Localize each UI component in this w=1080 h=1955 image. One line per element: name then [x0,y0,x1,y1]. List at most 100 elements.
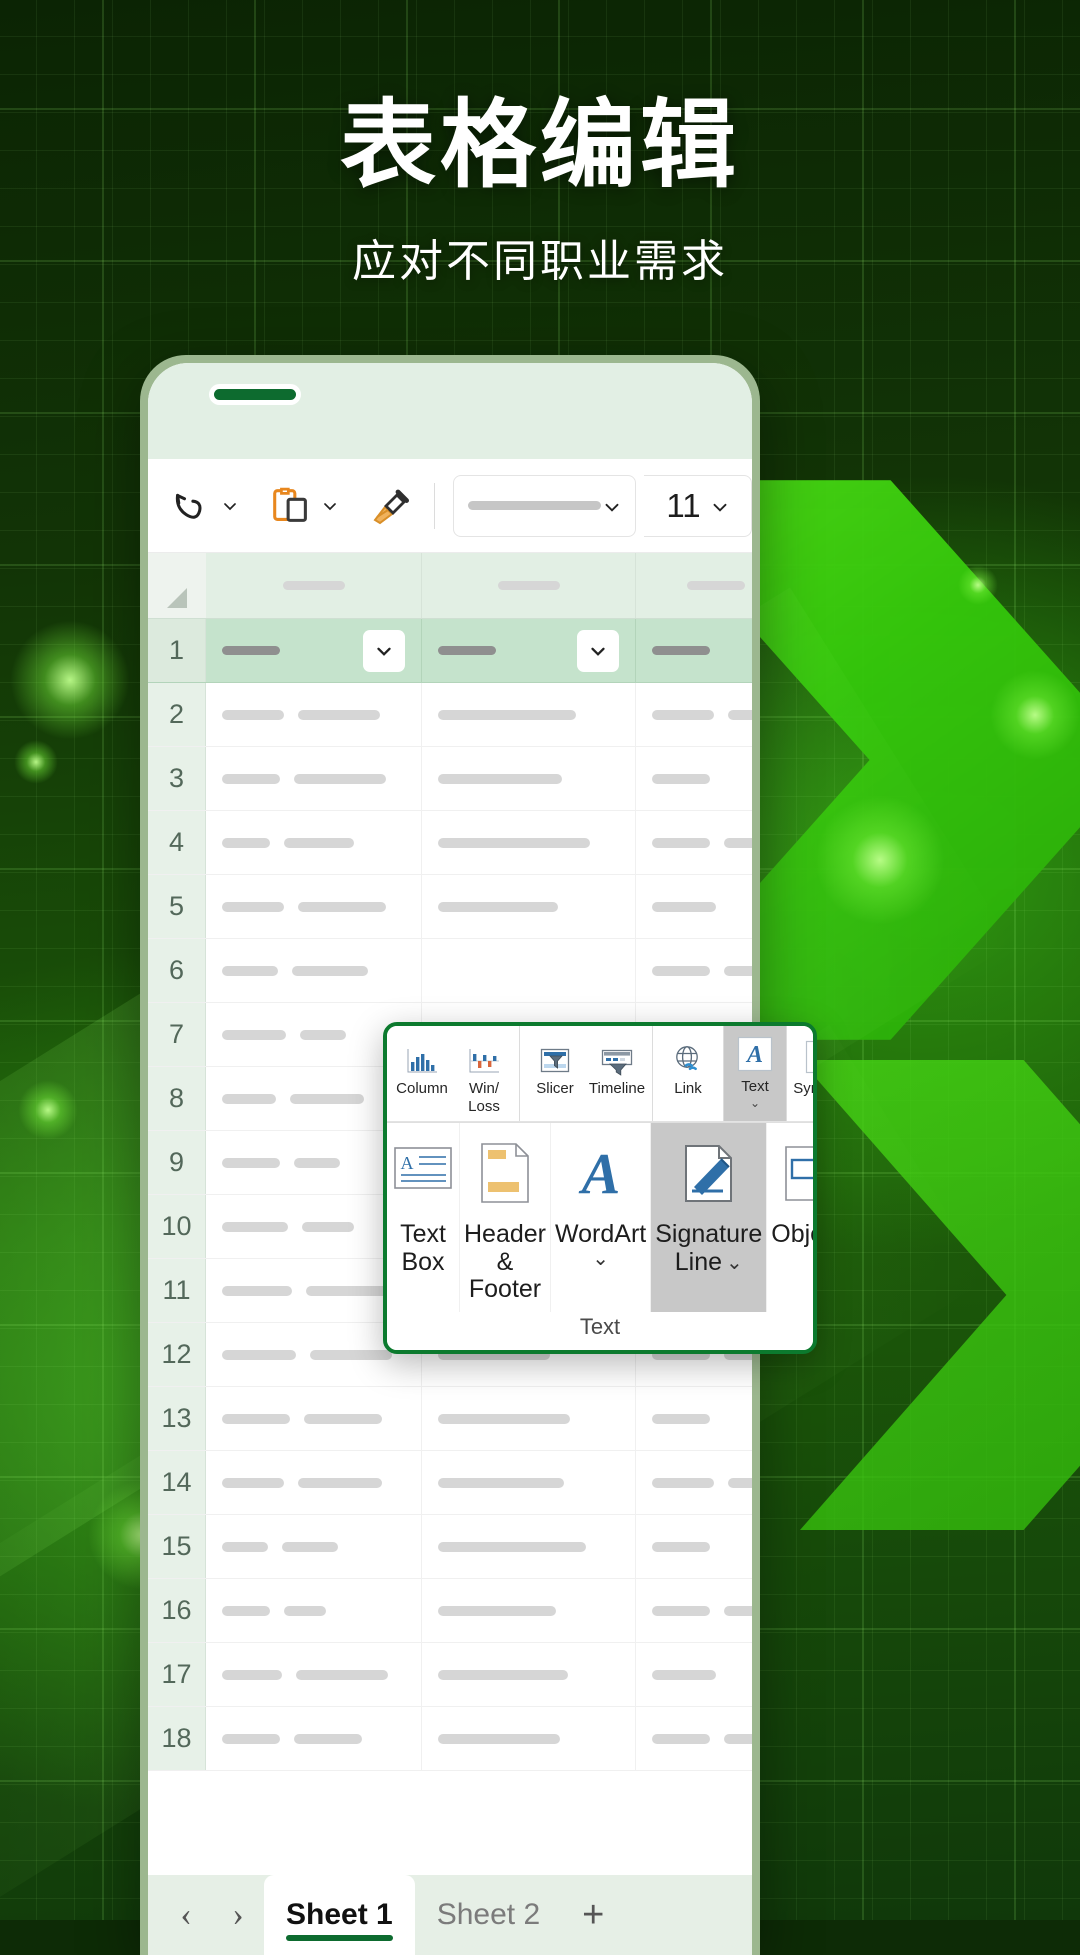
add-sheet-button[interactable]: + [562,1875,624,1955]
table-cell[interactable] [206,1451,422,1514]
table-row[interactable]: 4 [148,811,752,875]
format-painter-icon [366,481,416,531]
table-cell[interactable] [422,939,636,1002]
filter-dropdown-button[interactable] [363,630,405,672]
table-cell[interactable] [636,1515,752,1578]
table-cell[interactable] [422,1579,636,1642]
font-family-select[interactable] [453,475,636,537]
select-all-corner[interactable] [148,553,206,618]
table-cell[interactable] [636,1579,752,1642]
table-cell[interactable] [206,939,422,1002]
cell-content-bar [296,1670,388,1680]
table-row[interactable]: 6 [148,939,752,1003]
format-painter-button[interactable] [366,481,416,531]
column-header-cell[interactable] [206,553,422,618]
row-header[interactable]: 14 [148,1451,206,1514]
drag-handle[interactable] [214,389,296,400]
next-sheet-button[interactable]: › [212,1875,264,1955]
table-cell[interactable] [206,1643,422,1706]
filter-dropdown-button[interactable] [577,630,619,672]
row-header[interactable]: 10 [148,1195,206,1258]
table-cell[interactable] [206,811,422,874]
table-row[interactable]: 14 [148,1451,752,1515]
row-header[interactable]: 8 [148,1067,206,1130]
row-header[interactable]: 15 [148,1515,206,1578]
table-row[interactable]: 3 [148,747,752,811]
cell-content-bar [652,1734,710,1744]
table-cell[interactable] [636,1451,752,1514]
table-cell[interactable] [206,1387,422,1450]
ribbon-item-text[interactable]: A Text ⌄ [724,1026,786,1121]
table-cell[interactable] [636,1643,752,1706]
row-header[interactable]: 11 [148,1259,206,1322]
row-header[interactable]: 18 [148,1707,206,1770]
row-header[interactable]: 12 [148,1323,206,1386]
table-cell[interactable] [206,1579,422,1642]
dropdown-item-object[interactable]: Object [767,1123,817,1312]
table-row[interactable]: 15 [148,1515,752,1579]
table-cell[interactable] [206,1707,422,1770]
table-row[interactable]: 18 [148,1707,752,1771]
table-cell[interactable] [422,747,636,810]
sheet-tab-active[interactable]: Sheet 1 [264,1875,415,1955]
table-cell[interactable] [206,683,422,746]
prev-sheet-button[interactable]: ‹ [160,1875,212,1955]
table-cell[interactable] [422,875,636,938]
table-row[interactable]: 2 [148,683,752,747]
table-cell[interactable] [422,1515,636,1578]
table-cell[interactable] [422,1387,636,1450]
table-header-row[interactable]: 1 [148,619,752,683]
row-header[interactable]: 3 [148,747,206,810]
table-cell[interactable] [422,1451,636,1514]
paste-button[interactable] [266,481,340,531]
table-cell[interactable] [636,875,752,938]
ribbon-item-symbols[interactable]: Ω Symbols ⌄ [791,1032,817,1119]
table-cell[interactable] [206,1515,422,1578]
dropdown-item-text-box[interactable]: A Text Box [387,1123,460,1312]
row-header[interactable]: 9 [148,1131,206,1194]
ribbon-item-link[interactable]: Link [657,1032,719,1119]
row-header[interactable]: 17 [148,1643,206,1706]
undo-button[interactable] [166,481,240,531]
row-header[interactable]: 13 [148,1387,206,1450]
glow-dot [815,795,945,925]
table-header-cell[interactable] [206,619,422,682]
table-cell[interactable] [636,683,752,746]
table-header-cell[interactable] [636,619,752,682]
table-cell[interactable] [636,747,752,810]
table-header-cell[interactable] [422,619,636,682]
dropdown-item-signature-line[interactable]: Signature Line ⌄ [651,1123,767,1312]
table-cell[interactable] [636,1387,752,1450]
table-cell[interactable] [422,683,636,746]
table-cell[interactable] [636,811,752,874]
row-header[interactable]: 5 [148,875,206,938]
row-header[interactable]: 16 [148,1579,206,1642]
dropdown-item-header-footer[interactable]: Header & Footer [460,1123,551,1312]
ribbon-item-slicer[interactable]: Slicer [524,1032,586,1119]
table-cell[interactable] [636,939,752,1002]
row-header[interactable]: 2 [148,683,206,746]
row-header[interactable]: 6 [148,939,206,1002]
row-header[interactable]: 4 [148,811,206,874]
table-row[interactable]: 5 [148,875,752,939]
cell-content-bar [284,838,354,848]
table-row[interactable]: 17 [148,1643,752,1707]
table-row[interactable]: 13 [148,1387,752,1451]
ribbon-item-win-loss[interactable]: Win/ Loss [453,1032,515,1119]
table-cell[interactable] [206,747,422,810]
ribbon-item-column[interactable]: Column [391,1032,453,1119]
sheet-tab[interactable]: Sheet 2 [415,1875,562,1955]
table-cell[interactable] [636,1707,752,1770]
column-header-cell[interactable] [636,553,752,618]
font-size-select[interactable]: 11 [644,475,752,537]
column-header-cell[interactable] [422,553,636,618]
table-cell[interactable] [422,811,636,874]
table-cell[interactable] [422,1643,636,1706]
row-header[interactable]: 1 [148,619,206,682]
table-cell[interactable] [206,875,422,938]
table-row[interactable]: 16 [148,1579,752,1643]
ribbon-item-timeline[interactable]: Timeline [586,1032,648,1119]
dropdown-item-wordart[interactable]: A WordArt ⌄ [551,1123,651,1312]
row-header[interactable]: 7 [148,1003,206,1066]
table-cell[interactable] [422,1707,636,1770]
